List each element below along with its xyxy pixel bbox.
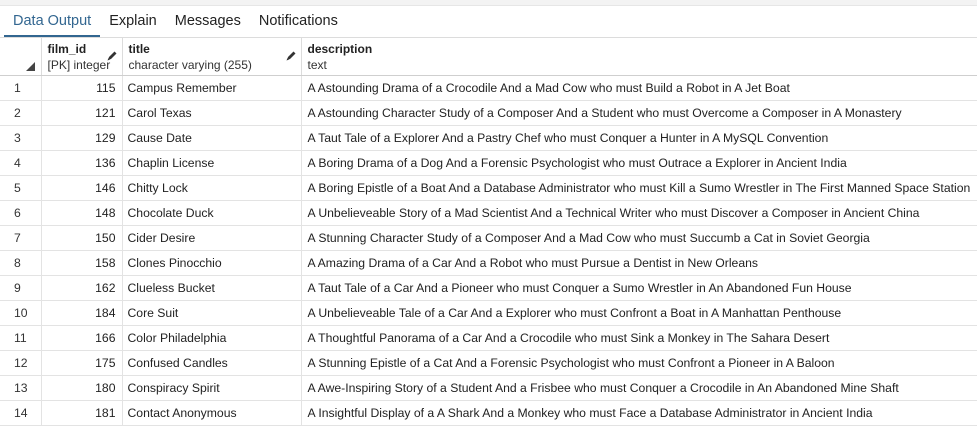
table-row[interactable]: 12 175 Confused Candles A Stunning Epist… [0, 350, 977, 376]
row-number[interactable]: 11 [0, 325, 42, 351]
pencil-icon [286, 51, 295, 61]
cell-title[interactable]: Chitty Lock [122, 175, 302, 201]
cell-title[interactable]: Cause Date [122, 125, 302, 151]
column-type: text [307, 58, 327, 72]
tab-notifications[interactable]: Notifications [250, 6, 347, 37]
cell-description[interactable]: A Thoughtful Panorama of a Car And a Cro… [301, 325, 977, 351]
cell-title[interactable]: Conspiracy Spirit [122, 375, 302, 401]
cell-film-id[interactable]: 162 [41, 275, 123, 301]
column-type: character varying (255) [128, 58, 252, 72]
row-number[interactable]: 7 [0, 225, 42, 251]
pencil-icon [107, 51, 116, 61]
table-row[interactable]: 4 136 Chaplin License A Boring Drama of … [0, 150, 977, 176]
cell-title[interactable]: Chaplin License [122, 150, 302, 176]
cell-title[interactable]: Contact Anonymous [122, 400, 302, 426]
table-row[interactable]: 2 121 Carol Texas A Astounding Character… [0, 100, 977, 126]
tab-explain[interactable]: Explain [100, 6, 166, 37]
header-row: film_id [PK] integer title character var… [0, 38, 977, 76]
row-number[interactable]: 3 [0, 125, 42, 151]
cell-title[interactable]: Cider Desire [122, 225, 302, 251]
row-number[interactable]: 10 [0, 300, 42, 326]
column-header-film-id[interactable]: film_id [PK] integer [41, 38, 123, 76]
cell-film-id[interactable]: 180 [41, 375, 123, 401]
cell-film-id[interactable]: 121 [41, 100, 123, 126]
cell-description[interactable]: A Amazing Drama of a Car And a Robot who… [301, 250, 977, 276]
table-row[interactable]: 14 181 Contact Anonymous A Insightful Di… [0, 400, 977, 426]
tab-data-output[interactable]: Data Output [4, 6, 101, 37]
cell-film-id[interactable]: 184 [41, 300, 123, 326]
row-number[interactable]: 6 [0, 200, 42, 226]
cell-description[interactable]: A Insightful Display of a A Shark And a … [301, 400, 977, 426]
cell-title[interactable]: Chocolate Duck [122, 200, 302, 226]
data-grid: film_id [PK] integer title character var… [0, 38, 977, 426]
cell-film-id[interactable]: 181 [41, 400, 123, 426]
cell-description[interactable]: A Stunning Epistle of a Cat And a Forens… [301, 350, 977, 376]
cell-title[interactable]: Clones Pinocchio [122, 250, 302, 276]
cell-description[interactable]: A Awe-Inspiring Story of a Student And a… [301, 375, 977, 401]
cell-description[interactable]: A Astounding Drama of a Crocodile And a … [301, 75, 977, 101]
column-header-title[interactable]: title character varying (255) [122, 38, 302, 76]
table-row[interactable]: 7 150 Cider Desire A Stunning Character … [0, 225, 977, 251]
cell-title[interactable]: Clueless Bucket [122, 275, 302, 301]
table-row[interactable]: 11 166 Color Philadelphia A Thoughtful P… [0, 325, 977, 351]
cell-description[interactable]: A Unbelieveable Tale of a Car And a Expl… [301, 300, 977, 326]
cell-title[interactable]: Core Suit [122, 300, 302, 326]
cell-film-id[interactable]: 158 [41, 250, 123, 276]
row-number[interactable]: 13 [0, 375, 42, 401]
row-number[interactable]: 9 [0, 275, 42, 301]
table-row[interactable]: 8 158 Clones Pinocchio A Amazing Drama o… [0, 250, 977, 276]
cell-title[interactable]: Campus Remember [122, 75, 302, 101]
column-header-description[interactable]: description text [301, 38, 977, 76]
cell-title[interactable]: Confused Candles [122, 350, 302, 376]
row-number[interactable]: 8 [0, 250, 42, 276]
tab-messages[interactable]: Messages [166, 6, 250, 37]
table-row[interactable]: 1 115 Campus Remember A Astounding Drama… [0, 75, 977, 101]
cell-film-id[interactable]: 129 [41, 125, 123, 151]
cell-film-id[interactable]: 146 [41, 175, 123, 201]
table-row[interactable]: 13 180 Conspiracy Spirit A Awe-Inspiring… [0, 375, 977, 401]
cell-film-id[interactable]: 115 [41, 75, 123, 101]
cell-film-id[interactable]: 166 [41, 325, 123, 351]
column-name: description [307, 42, 373, 56]
sort-triangle-icon [26, 62, 35, 71]
cell-title[interactable]: Color Philadelphia [122, 325, 302, 351]
cell-description[interactable]: A Unbelieveable Story of a Mad Scientist… [301, 200, 977, 226]
cell-film-id[interactable]: 136 [41, 150, 123, 176]
cell-description[interactable]: A Taut Tale of a Car And a Pioneer who m… [301, 275, 977, 301]
cell-film-id[interactable]: 175 [41, 350, 123, 376]
row-number[interactable]: 2 [0, 100, 42, 126]
cell-description[interactable]: A Boring Drama of a Dog And a Forensic P… [301, 150, 977, 176]
result-tabs: Data Output Explain Messages Notificatio… [0, 6, 977, 38]
row-number[interactable]: 12 [0, 350, 42, 376]
results-table: film_id [PK] integer title character var… [0, 38, 977, 426]
cell-description[interactable]: A Astounding Character Study of a Compos… [301, 100, 977, 126]
column-name: title [128, 42, 150, 56]
cell-description[interactable]: A Stunning Character Study of a Composer… [301, 225, 977, 251]
row-number[interactable]: 14 [0, 400, 42, 426]
table-row[interactable]: 5 146 Chitty Lock A Boring Epistle of a … [0, 175, 977, 201]
cell-film-id[interactable]: 148 [41, 200, 123, 226]
table-row[interactable]: 6 148 Chocolate Duck A Unbelieveable Sto… [0, 200, 977, 226]
row-number[interactable]: 5 [0, 175, 42, 201]
table-row[interactable]: 9 162 Clueless Bucket A Taut Tale of a C… [0, 275, 977, 301]
table-row[interactable]: 3 129 Cause Date A Taut Tale of a Explor… [0, 125, 977, 151]
cell-film-id[interactable]: 150 [41, 225, 123, 251]
row-number[interactable]: 4 [0, 150, 42, 176]
cell-description[interactable]: A Boring Epistle of a Boat And a Databas… [301, 175, 977, 201]
table-row[interactable]: 10 184 Core Suit A Unbelieveable Tale of… [0, 300, 977, 326]
select-all-corner[interactable] [0, 38, 42, 76]
cell-description[interactable]: A Taut Tale of a Explorer And a Pastry C… [301, 125, 977, 151]
row-number[interactable]: 1 [0, 75, 42, 101]
cell-title[interactable]: Carol Texas [122, 100, 302, 126]
